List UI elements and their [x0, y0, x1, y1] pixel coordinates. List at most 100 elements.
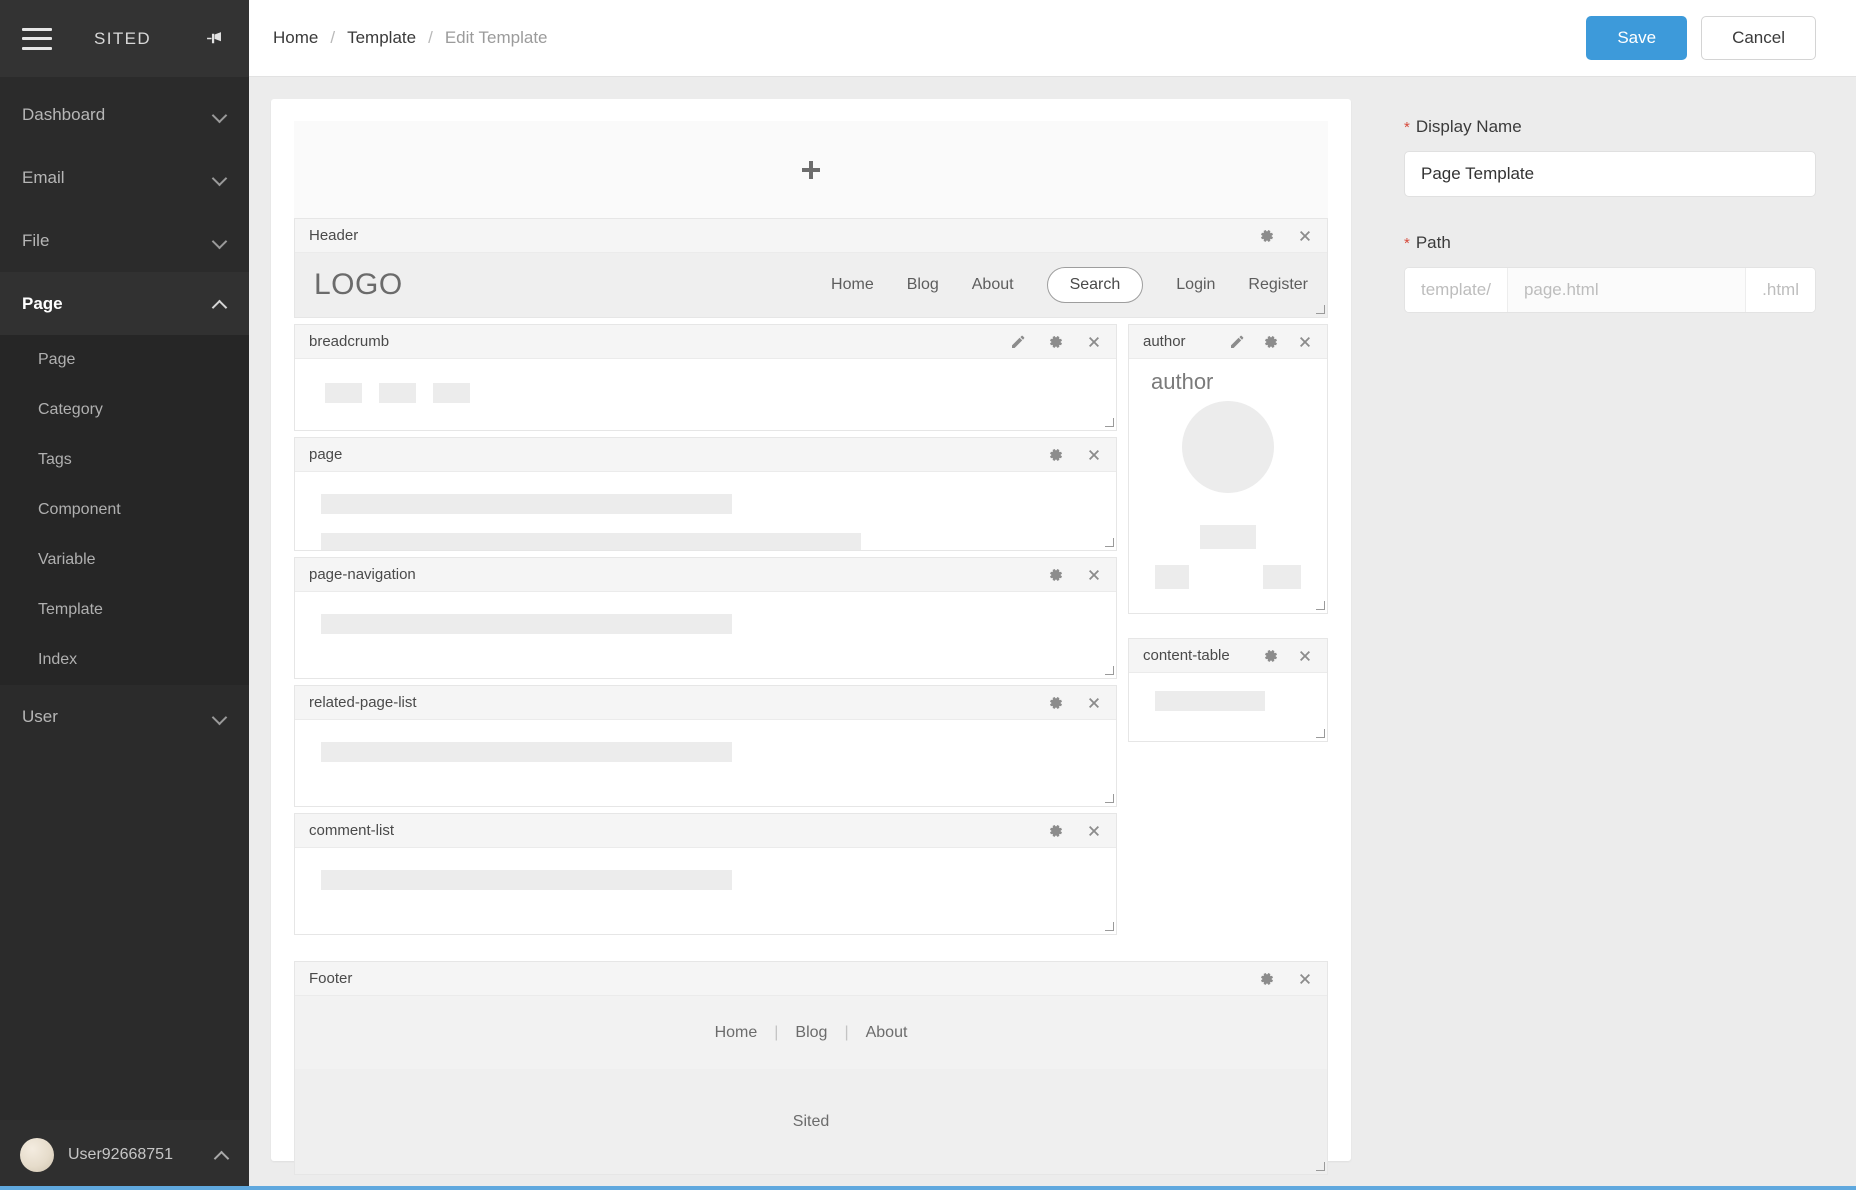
- gear-icon[interactable]: [1048, 823, 1064, 839]
- resize-handle[interactable]: [1315, 729, 1325, 740]
- block-tools: [1259, 228, 1313, 244]
- sidebar-item-index[interactable]: Index: [0, 635, 249, 685]
- required-marker: *: [1404, 235, 1410, 252]
- sidebar-item-category[interactable]: Category: [0, 385, 249, 435]
- block-body: [295, 359, 1116, 430]
- breadcrumb-item-home[interactable]: Home: [273, 28, 318, 48]
- sidebar-item-tags[interactable]: Tags: [0, 435, 249, 485]
- close-icon[interactable]: [1086, 447, 1102, 463]
- sidebar-item-file[interactable]: File: [0, 209, 249, 272]
- resize-handle[interactable]: [1104, 666, 1114, 677]
- skeleton-bar: [1200, 525, 1256, 549]
- skeleton-bar: [1155, 691, 1265, 711]
- resize-handle[interactable]: [1104, 538, 1114, 549]
- pencil-icon[interactable]: [1229, 334, 1245, 350]
- skeleton-bar: [321, 614, 732, 634]
- block-tools: [1048, 823, 1102, 839]
- sidebar-user-menu[interactable]: User92668751: [0, 1120, 249, 1190]
- block-author[interactable]: author author: [1128, 324, 1328, 614]
- add-block-dropzone[interactable]: [294, 121, 1328, 218]
- close-icon[interactable]: [1086, 823, 1102, 839]
- nav-link-blog[interactable]: Blog: [907, 276, 939, 294]
- gear-icon[interactable]: [1048, 695, 1064, 711]
- nav-link-about[interactable]: About: [972, 276, 1014, 294]
- topbar-actions: Save Cancel: [1586, 16, 1816, 60]
- sidebar-item-variable[interactable]: Variable: [0, 535, 249, 585]
- path-input[interactable]: page.html: [1506, 268, 1747, 312]
- breadcrumb-item-template[interactable]: Template: [347, 28, 416, 48]
- resize-handle[interactable]: [1315, 601, 1325, 612]
- block-comment-list[interactable]: comment-list: [294, 813, 1117, 935]
- resize-handle[interactable]: [1104, 794, 1114, 805]
- sidebar-item-page[interactable]: Page: [0, 272, 249, 335]
- label-text: Path: [1415, 233, 1451, 252]
- gear-icon[interactable]: [1259, 971, 1275, 987]
- sidebar-item-user[interactable]: User: [0, 685, 249, 748]
- sidebar-item-template[interactable]: Template: [0, 585, 249, 635]
- footer-link-home[interactable]: Home: [715, 1024, 758, 1042]
- block-header[interactable]: Header LOGO Home Blog About Search Login…: [294, 218, 1328, 318]
- block-related-page-list[interactable]: related-page-list: [294, 685, 1117, 807]
- resize-handle[interactable]: [1104, 922, 1114, 933]
- author-heading: author: [1151, 369, 1214, 394]
- block-title: content-table: [1143, 647, 1230, 664]
- breadcrumb-item-current: Edit Template: [444, 28, 548, 47]
- footer-link-about[interactable]: About: [866, 1024, 908, 1042]
- block-page[interactable]: page: [294, 437, 1117, 551]
- required-marker: *: [1404, 119, 1410, 136]
- breadcrumb: Home / Template / Edit Template: [273, 28, 1586, 48]
- sidebar-item-label: Template: [38, 601, 103, 618]
- search-button[interactable]: Search: [1046, 267, 1144, 303]
- sidebar-item-component[interactable]: Component: [0, 485, 249, 535]
- nav-link-register[interactable]: Register: [1248, 276, 1308, 294]
- nav-link-home[interactable]: Home: [831, 276, 874, 294]
- close-icon[interactable]: [1297, 334, 1313, 350]
- block-content-table[interactable]: content-table: [1128, 638, 1328, 742]
- gear-icon[interactable]: [1259, 228, 1275, 244]
- properties-panel: * Display Name Page Template * Path temp…: [1376, 77, 1856, 1190]
- close-icon[interactable]: [1297, 648, 1313, 664]
- gear-icon[interactable]: [1048, 334, 1064, 350]
- gear-icon[interactable]: [1048, 567, 1064, 583]
- skeleton-bar: [321, 870, 732, 890]
- sidebar-item-label: Category: [38, 401, 103, 418]
- block-tools: [1263, 648, 1313, 664]
- block-title: page-navigation: [309, 566, 416, 583]
- nav-link-login[interactable]: Login: [1176, 276, 1215, 294]
- sidebar-item-email[interactable]: Email: [0, 146, 249, 209]
- block-title: page: [309, 446, 343, 463]
- close-icon[interactable]: [1086, 567, 1102, 583]
- block-body: [1129, 691, 1327, 741]
- close-icon[interactable]: [1086, 334, 1102, 350]
- save-button[interactable]: Save: [1586, 16, 1688, 60]
- gear-icon[interactable]: [1048, 447, 1064, 463]
- block-footer[interactable]: Footer Home | Blog | About Sited: [294, 961, 1328, 1175]
- block-page-navigation[interactable]: page-navigation: [294, 557, 1117, 679]
- block-breadcrumb[interactable]: breadcrumb: [294, 324, 1117, 431]
- footer-link-blog[interactable]: Blog: [795, 1024, 827, 1042]
- sidebar-item-dashboard[interactable]: Dashboard: [0, 83, 249, 146]
- footer-divider: |: [844, 1023, 849, 1041]
- chevron-down-icon: [213, 108, 227, 122]
- username-label: User92668751: [68, 1146, 173, 1163]
- resize-handle[interactable]: [1315, 305, 1325, 316]
- skeleton-bar: [1155, 565, 1189, 589]
- pin-icon[interactable]: [201, 30, 227, 47]
- close-icon[interactable]: [1297, 971, 1313, 987]
- gear-icon[interactable]: [1263, 334, 1279, 350]
- gear-icon[interactable]: [1263, 648, 1279, 664]
- resize-handle[interactable]: [1104, 418, 1114, 429]
- sidebar-item-label: Email: [22, 167, 65, 187]
- chevron-up-icon: [213, 297, 227, 311]
- cancel-button[interactable]: Cancel: [1701, 16, 1816, 60]
- display-name-input[interactable]: Page Template: [1404, 151, 1816, 197]
- close-icon[interactable]: [1086, 695, 1102, 711]
- block-tools: [1259, 971, 1313, 987]
- close-icon[interactable]: [1297, 228, 1313, 244]
- block-body: [295, 870, 1116, 934]
- sidebar-item-page-page[interactable]: Page: [0, 335, 249, 385]
- pencil-icon[interactable]: [1010, 334, 1026, 350]
- chevron-up-icon: [215, 1148, 229, 1162]
- footer-divider: |: [774, 1023, 779, 1041]
- resize-handle[interactable]: [1315, 1162, 1325, 1173]
